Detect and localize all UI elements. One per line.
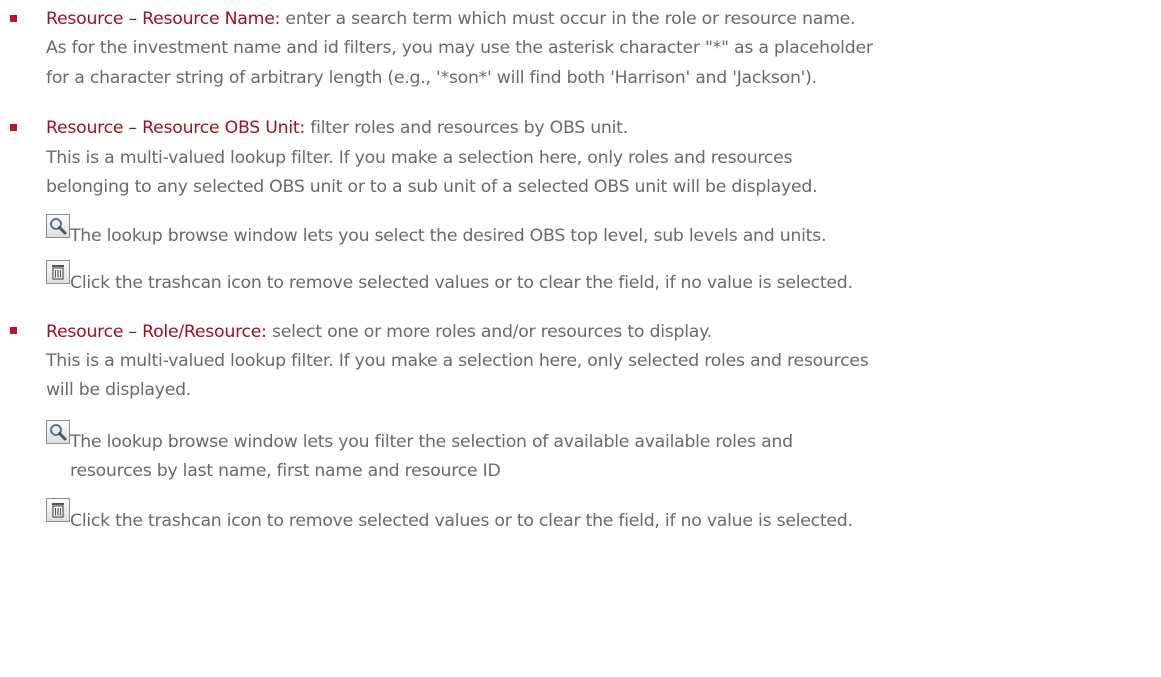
magnifier-icon (46, 214, 70, 238)
trash-description: Click the trashcan icon to remove select… (70, 273, 853, 293)
magnifier-icon (46, 420, 70, 444)
bullet-icon (10, 327, 17, 334)
item-text: for a character string of arbitrary leng… (46, 68, 817, 88)
item-term: Resource – Role/Resource: (46, 322, 267, 342)
item-first-line: Resource – Resource Name: enter a search… (46, 7, 856, 31)
item-text: filter roles and resources by OBS unit. (305, 118, 628, 138)
item-text: This is a multi-valued lookup filter. If… (46, 351, 869, 371)
trashcan-icon (46, 498, 70, 522)
item-first-line: Resource – Role/Resource: select one or … (46, 320, 712, 344)
item-text: will be displayed. (46, 380, 192, 400)
item-text: This is a multi-valued lookup filter. If… (46, 148, 793, 168)
item-term: Resource – Resource Name: (46, 9, 281, 29)
bullet-icon (10, 15, 17, 22)
item-first-line: Resource – Resource OBS Unit: filter rol… (46, 116, 628, 140)
bullet-icon (10, 124, 17, 131)
item-text: select one or more roles and/or resource… (266, 322, 712, 342)
item-term: Resource – Resource OBS Unit: (46, 118, 305, 138)
trashcan-icon (46, 260, 70, 284)
lookup-description: The lookup browse window lets you select… (70, 226, 827, 246)
item-text: belonging to any selected OBS unit or to… (46, 177, 818, 197)
lookup-description-cont: resources by last name, first name and r… (70, 461, 501, 481)
trash-description: Click the trashcan icon to remove select… (70, 511, 853, 531)
item-text: enter a search term which must occur in … (280, 9, 856, 29)
lookup-description: The lookup browse window lets you filter… (70, 432, 793, 452)
item-text: As for the investment name and id filter… (46, 38, 873, 58)
